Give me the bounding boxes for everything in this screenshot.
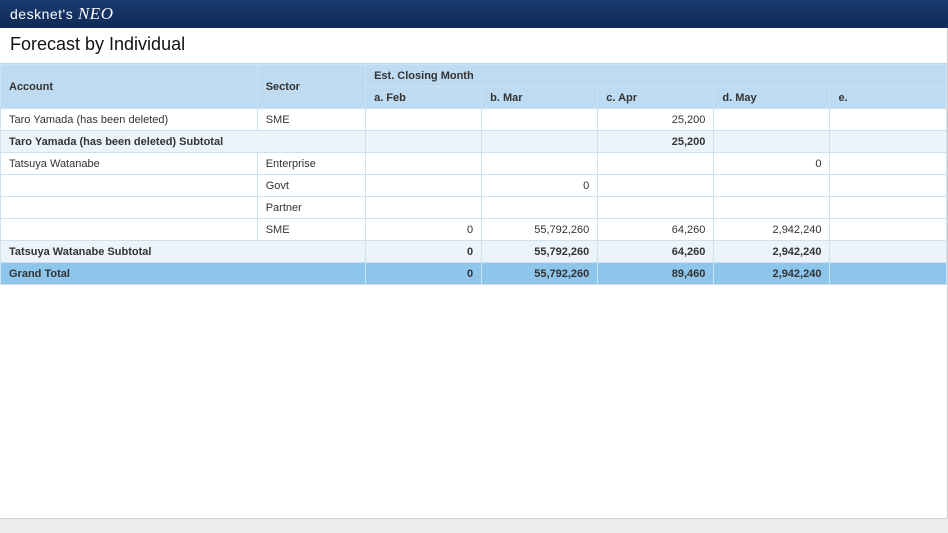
brand-bar: desknet's NEO	[0, 0, 948, 28]
cell-value	[830, 263, 946, 285]
cell-value	[366, 131, 482, 153]
cell-value: 55,792,260	[482, 219, 598, 241]
table-row: Grand Total055,792,26089,4602,942,240	[1, 263, 947, 285]
cell-account: Tatsuya Watanabe	[1, 153, 258, 175]
cell-value	[482, 131, 598, 153]
app-logo: desknet's NEO	[10, 4, 113, 24]
cell-value	[366, 153, 482, 175]
row-label: Taro Yamada (has been deleted) Subtotal	[1, 131, 366, 153]
cell-sector: Govt	[257, 175, 365, 197]
cell-value: 64,260	[598, 241, 714, 263]
cell-value: 25,200	[598, 109, 714, 131]
col-month-header[interactable]: b. Mar	[482, 87, 598, 109]
cell-value: 0	[366, 241, 482, 263]
table-row: Taro Yamada (has been deleted) Subtotal 2…	[1, 131, 947, 153]
col-month-header[interactable]: e.	[830, 87, 946, 109]
cell-value: 0	[714, 153, 830, 175]
col-month-header[interactable]: a. Feb	[366, 87, 482, 109]
cell-sector: SME	[257, 219, 365, 241]
cell-value	[366, 197, 482, 219]
table-row: Taro Yamada (has been deleted)SME 25,200	[1, 109, 947, 131]
cell-value	[366, 175, 482, 197]
col-sector-header[interactable]: Sector	[257, 65, 365, 109]
cell-account	[1, 219, 258, 241]
cell-sector: Partner	[257, 197, 365, 219]
cell-sector: Enterprise	[257, 153, 365, 175]
col-month-header[interactable]: d. May	[714, 87, 830, 109]
cell-value	[830, 219, 946, 241]
cell-value	[366, 109, 482, 131]
cell-value	[830, 109, 946, 131]
col-month-header[interactable]: c. Apr	[598, 87, 714, 109]
row-label: Tatsuya Watanabe Subtotal	[1, 241, 366, 263]
cell-value: 0	[482, 175, 598, 197]
page-title: Forecast by Individual	[0, 28, 947, 63]
cell-account: Taro Yamada (has been deleted)	[1, 109, 258, 131]
cell-account	[1, 197, 258, 219]
cell-value	[598, 197, 714, 219]
cell-value: 2,942,240	[714, 241, 830, 263]
cell-value	[830, 241, 946, 263]
cell-value	[482, 153, 598, 175]
cell-value: 2,942,240	[714, 219, 830, 241]
cell-value	[830, 197, 946, 219]
forecast-table: Account Sector Est. Closing Month a. Feb…	[0, 64, 947, 285]
table-row: SME055,792,26064,2602,942,240	[1, 219, 947, 241]
cell-value	[830, 175, 946, 197]
cell-value	[714, 131, 830, 153]
cell-value: 55,792,260	[482, 241, 598, 263]
cell-value	[714, 109, 830, 131]
cell-account	[1, 175, 258, 197]
forecast-table-wrap: Account Sector Est. Closing Month a. Feb…	[0, 63, 947, 285]
cell-value	[714, 175, 830, 197]
cell-value	[598, 153, 714, 175]
cell-value	[830, 131, 946, 153]
table-row: Partner	[1, 197, 947, 219]
cell-value	[714, 197, 830, 219]
col-account-header[interactable]: Account	[1, 65, 258, 109]
cell-value: 55,792,260	[482, 263, 598, 285]
row-label: Grand Total	[1, 263, 366, 285]
cell-value	[482, 197, 598, 219]
table-row: Tatsuya Watanabe Subtotal055,792,26064,2…	[1, 241, 947, 263]
cell-value	[830, 153, 946, 175]
table-row: Govt 0	[1, 175, 947, 197]
cell-value: 0	[366, 263, 482, 285]
cell-value: 25,200	[598, 131, 714, 153]
cell-value: 0	[366, 219, 482, 241]
cell-value: 89,460	[598, 263, 714, 285]
cell-sector: SME	[257, 109, 365, 131]
status-strip	[0, 518, 948, 533]
cell-value	[598, 175, 714, 197]
col-group-header[interactable]: Est. Closing Month	[366, 65, 947, 87]
cell-value: 2,942,240	[714, 263, 830, 285]
cell-value	[482, 109, 598, 131]
cell-value: 64,260	[598, 219, 714, 241]
table-row: Tatsuya WatanabeEnterprise 0	[1, 153, 947, 175]
